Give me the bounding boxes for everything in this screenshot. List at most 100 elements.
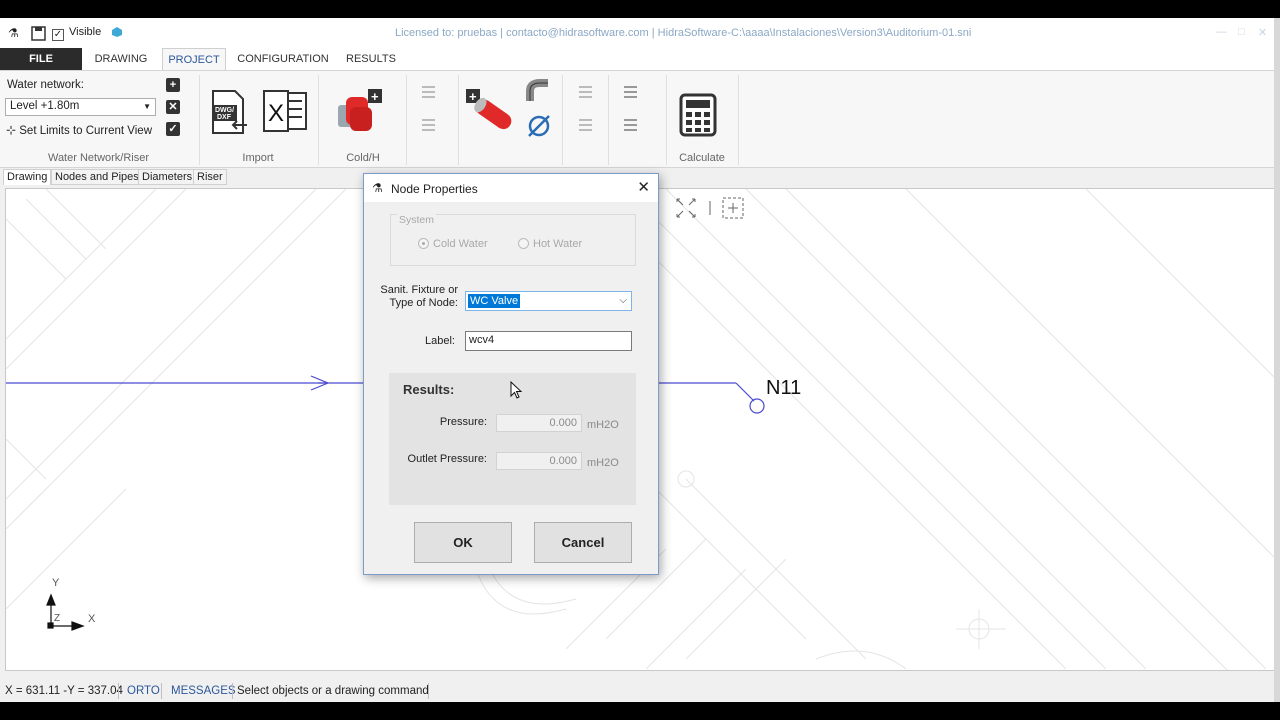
axis-x-label: X <box>88 613 96 625</box>
group-label-import: Import <box>242 152 274 164</box>
fixture-label-line1: Sanit. Fixture or <box>380 284 458 296</box>
fixture-label-line2: Type of Node: <box>389 297 459 309</box>
tab-diameters[interactable]: Diameters <box>138 169 197 185</box>
save-icon[interactable] <box>31 26 46 44</box>
excel-import-icon[interactable]: X <box>262 89 308 133</box>
calculator-icon[interactable] <box>679 93 717 137</box>
add-fixture-icon[interactable]: + <box>336 89 386 135</box>
outlet-pressure-label: Outlet Pressure: <box>407 453 487 465</box>
list-down-icon[interactable] <box>619 116 641 136</box>
pressure-unit: mH2O <box>587 419 619 431</box>
svg-text:+: + <box>371 89 379 104</box>
dialog-title-bar[interactable]: ⚗ Node Properties ✕ <box>364 174 658 202</box>
check-icon[interactable]: ✓ <box>166 122 180 136</box>
app-icon: ⚗ <box>8 26 19 40</box>
delete-icon[interactable]: ✕ <box>166 100 180 114</box>
ribbon-separator <box>738 75 739 165</box>
chevron-down-icon: ▼ <box>143 102 151 111</box>
messages-button[interactable]: MESSAGES <box>171 685 236 697</box>
list-up-icon[interactable] <box>417 83 439 103</box>
level-select[interactable]: Level +1.80m ▼ <box>5 98 156 116</box>
tab-file[interactable]: FILE <box>0 48 82 70</box>
crosshair-icon: ⊹ <box>6 123 17 137</box>
ribbon: Water network: Level +1.80m ▼ ⊹ Set Limi… <box>0 70 1280 168</box>
add-pipe-icon[interactable]: + <box>466 89 518 133</box>
window-edge <box>1274 18 1280 702</box>
ribbon-separator <box>406 75 407 165</box>
group-label-water-network: Water Network/Riser <box>47 152 150 164</box>
list-down-icon[interactable] <box>574 116 596 136</box>
status-separator <box>428 683 429 699</box>
svg-text:DWG/: DWG/ <box>215 107 234 114</box>
tab-drawing-view[interactable]: Drawing <box>3 169 52 185</box>
dialog-title: Node Properties <box>391 182 478 196</box>
fixture-type-value: WC Valve <box>468 294 521 308</box>
list-up-icon[interactable] <box>574 83 596 103</box>
axis-z-label: Z <box>54 613 61 624</box>
list-down-icon[interactable] <box>417 116 439 136</box>
tab-riser[interactable]: Riser <box>193 169 227 185</box>
cold-water-label: Cold Water <box>433 238 488 250</box>
ribbon-separator <box>458 75 459 165</box>
visible-checkbox[interactable]: ✓ <box>52 26 64 41</box>
status-separator <box>118 683 119 699</box>
ribbon-separator <box>562 75 563 165</box>
svg-text:DXF: DXF <box>217 114 232 121</box>
status-separator <box>232 683 233 699</box>
tab-configuration[interactable]: CONFIGURATION <box>232 48 334 70</box>
axis-y-label: Y <box>52 577 60 589</box>
label-input[interactable]: wcv4 <box>465 331 632 351</box>
label-field-label: Label: <box>425 335 455 347</box>
cold-water-radio: Cold Water <box>418 238 488 250</box>
window-title: Licensed to: pruebas | contacto@hidrasof… <box>395 27 972 39</box>
orto-toggle[interactable]: ORTO <box>127 685 160 697</box>
outlet-pressure-unit: mH2O <box>587 457 619 469</box>
tab-drawing[interactable]: DRAWING <box>86 48 156 70</box>
pressure-label: Pressure: <box>439 416 487 428</box>
excel-label: X <box>268 100 284 127</box>
radio-unselected-icon <box>518 238 529 249</box>
tab-project[interactable]: PROJECT <box>162 48 226 70</box>
app-window: ⚗ ✓ Visible Licensed to: pruebas | conta… <box>0 18 1280 702</box>
diameter-icon[interactable] <box>526 113 552 139</box>
group-label-calculate: Calculate <box>679 152 725 164</box>
elbow-fitting-icon[interactable] <box>526 79 552 105</box>
visible-label: Visible <box>69 26 102 38</box>
ribbon-tabs: FILE DRAWING PROJECT CONFIGURATION RESUL… <box>0 48 1280 70</box>
level-select-value: Level +1.80m <box>10 100 80 112</box>
coords-readout: X = 631.11 -Y = 337.04 <box>5 685 123 697</box>
fixture-type-select[interactable]: WC Valve ⌵ <box>465 291 632 311</box>
dialog-app-icon: ⚗ <box>372 181 383 195</box>
system-legend: System <box>397 214 437 226</box>
status-separator <box>161 683 162 699</box>
set-limits-label: Set Limits to Current View <box>19 125 152 137</box>
maximize-button[interactable]: □ <box>1238 26 1245 38</box>
water-network-label: Water network: <box>7 79 84 91</box>
tab-results[interactable]: RESULTS <box>340 48 402 70</box>
title-bar: ⚗ ✓ Visible Licensed to: pruebas | conta… <box>0 18 1280 48</box>
cancel-button[interactable]: Cancel <box>534 522 632 563</box>
hot-water-radio: Hot Water <box>518 238 582 250</box>
set-limits-button[interactable]: ⊹ Set Limits to Current View <box>6 123 152 137</box>
tab-nodes-pipes[interactable]: Nodes and Pipes <box>51 169 143 185</box>
chevron-down-icon: ⌵ <box>619 295 627 306</box>
node-properties-dialog: ⚗ Node Properties ✕ System Cold Water Ho… <box>363 173 659 575</box>
radio-selected-icon <box>418 238 429 249</box>
mouse-cursor-icon <box>510 381 523 399</box>
ribbon-separator <box>608 75 609 165</box>
status-hint: Select objects or a drawing command <box>237 685 429 697</box>
svg-text:+: + <box>469 89 477 104</box>
dwg-import-icon[interactable]: DWG/DXF <box>211 89 249 135</box>
list-up-icon[interactable] <box>619 83 641 103</box>
cube-icon[interactable] <box>111 26 123 41</box>
node-label-n11[interactable]: N11 <box>766 377 801 400</box>
outlet-pressure-value: 0.000 <box>496 452 582 470</box>
add-icon[interactable]: + <box>166 78 180 92</box>
results-heading: Results: <box>403 382 455 397</box>
ok-button[interactable]: OK <box>414 522 512 563</box>
minimize-button[interactable]: — <box>1216 26 1227 38</box>
dialog-close-icon[interactable]: ✕ <box>637 178 650 196</box>
pressure-value: 0.000 <box>496 414 582 432</box>
close-window-button[interactable]: ✕ <box>1258 26 1267 39</box>
hot-water-label: Hot Water <box>533 238 583 250</box>
